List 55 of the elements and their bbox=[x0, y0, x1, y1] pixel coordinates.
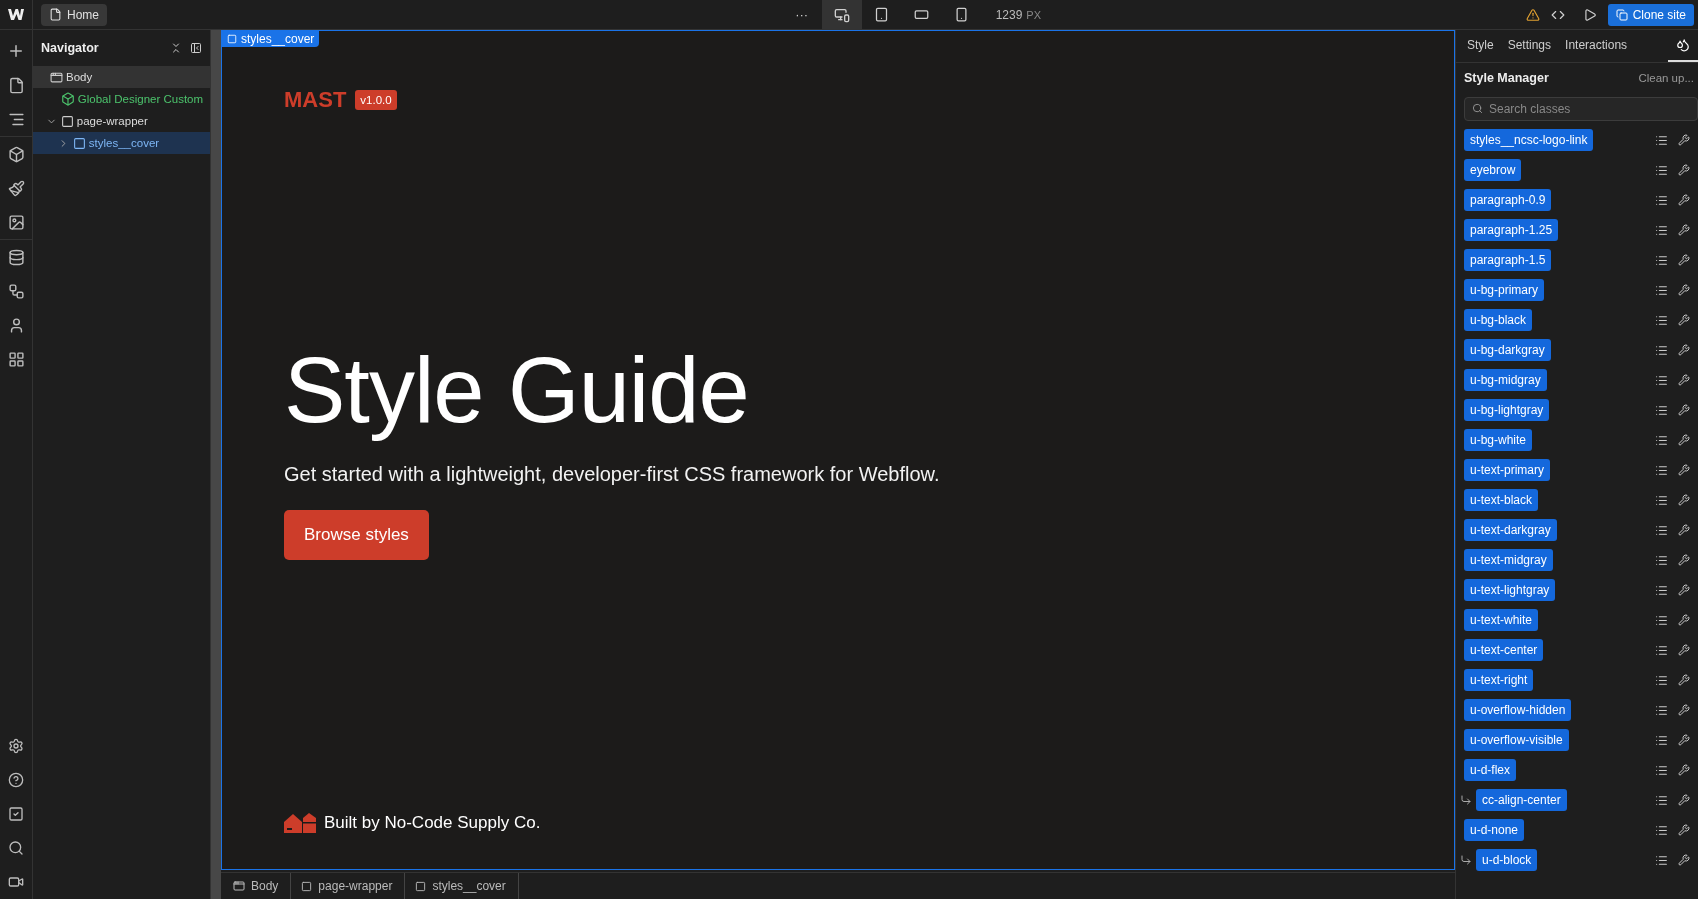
class-tag[interactable]: u-text-center bbox=[1464, 639, 1544, 661]
class-tag[interactable]: u-overflow-hidden bbox=[1464, 699, 1572, 721]
item-label: page-wrapper bbox=[76, 115, 148, 127]
breadcrumb[interactable]: Body bbox=[229, 872, 292, 899]
unit-label: PX bbox=[1026, 8, 1041, 21]
item-label: styles__cover bbox=[88, 137, 160, 149]
class-tag[interactable]: u-text-lightgray bbox=[1464, 579, 1556, 601]
navigator-title: Navigator bbox=[41, 41, 100, 55]
navigator-item[interactable]: Global Designer Custom bbox=[33, 88, 210, 110]
page-heading: Style Guide bbox=[284, 338, 749, 443]
class-tag[interactable]: u-d-none bbox=[1464, 819, 1525, 841]
class-tag[interactable]: u-d-flex bbox=[1464, 759, 1516, 781]
class-tag[interactable]: paragraph-0.9 bbox=[1464, 189, 1552, 211]
item-label: Body bbox=[66, 71, 93, 83]
panel-tab[interactable]: Interactions bbox=[1558, 30, 1635, 62]
search-field[interactable]: Search classes bbox=[1464, 97, 1698, 121]
class-tag[interactable]: u-bg-black bbox=[1464, 309, 1533, 331]
selection-text: styles__cover bbox=[241, 32, 315, 46]
navigator-item[interactable]: styles__cover bbox=[33, 132, 210, 154]
class-tag[interactable]: u-bg-white bbox=[1464, 429, 1533, 451]
navigator-item[interactable]: Body bbox=[33, 66, 210, 88]
class-tag[interactable]: eyebrow bbox=[1464, 159, 1522, 181]
class-tag[interactable]: u-bg-midgray bbox=[1464, 369, 1547, 391]
clone-site-button[interactable]: Clone site bbox=[1607, 3, 1694, 26]
class-tag[interactable]: u-text-primary bbox=[1464, 459, 1550, 481]
class-tag[interactable]: u-text-right bbox=[1464, 669, 1534, 691]
class-tag[interactable]: u-bg-darkgray bbox=[1464, 339, 1551, 361]
item-label: Global Designer Custom bbox=[77, 93, 204, 105]
page-button[interactable]: Home bbox=[41, 3, 107, 26]
footer-text: Built by No-Code Supply Co. bbox=[324, 813, 541, 833]
class-tag[interactable]: paragraph-1.25 bbox=[1464, 219, 1559, 241]
class-tag[interactable]: u-text-darkgray bbox=[1464, 519, 1557, 541]
subtitle: Get started with a lightweight, developer-first CSS framework for Webflow. bbox=[284, 463, 941, 487]
class-tag[interactable]: styles__ncsc-logo-link bbox=[1464, 129, 1594, 151]
class-tag[interactable]: u-bg-primary bbox=[1464, 279, 1544, 301]
class-tag[interactable]: paragraph-1.5 bbox=[1464, 249, 1552, 271]
panel-title: Style Manager bbox=[1464, 71, 1549, 85]
panel-tab[interactable]: Style bbox=[1460, 30, 1501, 62]
class-tag[interactable]: u-text-black bbox=[1464, 489, 1539, 511]
more-button[interactable]: ··· bbox=[781, 0, 822, 30]
class-tag[interactable]: u-text-white bbox=[1464, 609, 1539, 631]
version-badge: v1.0.0 bbox=[355, 90, 397, 110]
class-tag[interactable]: u-bg-lightgray bbox=[1464, 399, 1550, 421]
logo-text: MAST bbox=[284, 87, 347, 113]
browse-styles-button[interactable]: Browse styles bbox=[284, 510, 429, 561]
navigator-item[interactable]: page-wrapper bbox=[33, 110, 210, 132]
breadcrumb[interactable]: page-wrapper bbox=[297, 872, 406, 899]
class-tag[interactable]: cc-align-center bbox=[1476, 789, 1567, 811]
class-tag[interactable]: u-d-block bbox=[1476, 849, 1538, 871]
class-tag[interactable]: u-text-midgray bbox=[1464, 549, 1553, 571]
breadcrumb[interactable]: styles__cover bbox=[411, 872, 519, 899]
panel-tab[interactable]: Settings bbox=[1500, 30, 1559, 62]
width-value: 1239 bbox=[995, 7, 1023, 22]
clean-up-link[interactable]: Clean up... bbox=[1634, 72, 1698, 84]
class-tag[interactable]: u-overflow-visible bbox=[1464, 729, 1569, 751]
